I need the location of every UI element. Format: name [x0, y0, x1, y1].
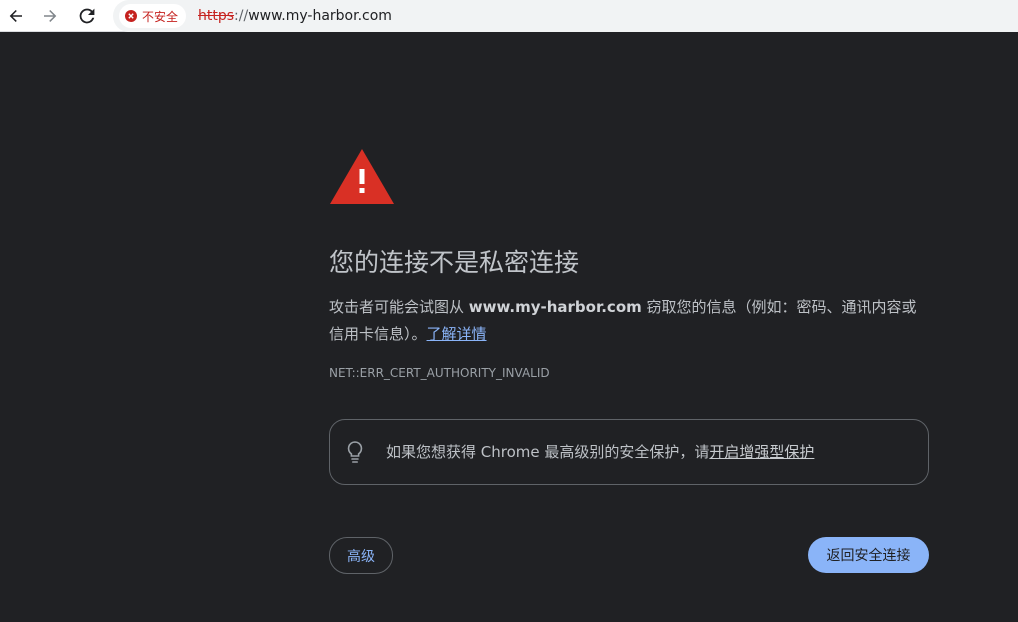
page-title: 您的连接不是私密连接: [329, 248, 580, 277]
reload-button[interactable]: [75, 4, 99, 28]
lightbulb-icon: [347, 441, 363, 463]
url-scheme: https: [198, 8, 235, 24]
enhanced-protection-message: 如果您想获得 Chrome 最高级别的安全保护，请: [386, 443, 710, 461]
url-host: www.my-harbor.com: [248, 8, 392, 24]
back-button[interactable]: [4, 4, 28, 28]
enable-enhanced-protection-link[interactable]: 开启增强型保护: [709, 443, 814, 461]
enhanced-protection-text: 如果您想获得 Chrome 最高级别的安全保护，请开启增强型保护: [386, 420, 814, 484]
explanation-paragraph: 攻击者可能会试图从 www.my-harbor.com 窃取您的信息（例如：密码…: [329, 294, 929, 348]
explanation-prefix: 攻击者可能会试图从: [329, 298, 469, 316]
url-separator: ://: [234, 8, 249, 24]
security-chip-label: 不安全: [142, 9, 179, 24]
security-chip[interactable]: 不安全: [119, 4, 187, 28]
not-secure-icon: [125, 10, 137, 22]
advanced-button[interactable]: 高级: [329, 537, 393, 574]
enhanced-protection-promo: 如果您想获得 Chrome 最高级别的安全保护，请开启增强型保护: [329, 419, 929, 485]
back-arrow-icon: [9, 10, 22, 22]
forward-arrow-icon: [44, 10, 57, 22]
back-to-safety-button[interactable]: 返回安全连接: [808, 537, 929, 573]
address-bar-url[interactable]: https://www.my-harbor.com: [198, 0, 392, 32]
omnibox[interactable]: 不安全 https://www.my-harbor.com: [113, 0, 1018, 32]
explanation-domain: www.my-harbor.com: [468, 298, 642, 316]
learn-more-link[interactable]: 了解详情: [427, 325, 487, 343]
browser-toolbar: 不安全 https://www.my-harbor.com: [0, 0, 1018, 32]
error-code[interactable]: NET::ERR_CERT_AUTHORITY_INVALID: [329, 366, 550, 380]
warning-triangle-icon: [330, 149, 394, 204]
forward-button[interactable]: [38, 4, 62, 28]
reload-icon: [79, 8, 95, 24]
